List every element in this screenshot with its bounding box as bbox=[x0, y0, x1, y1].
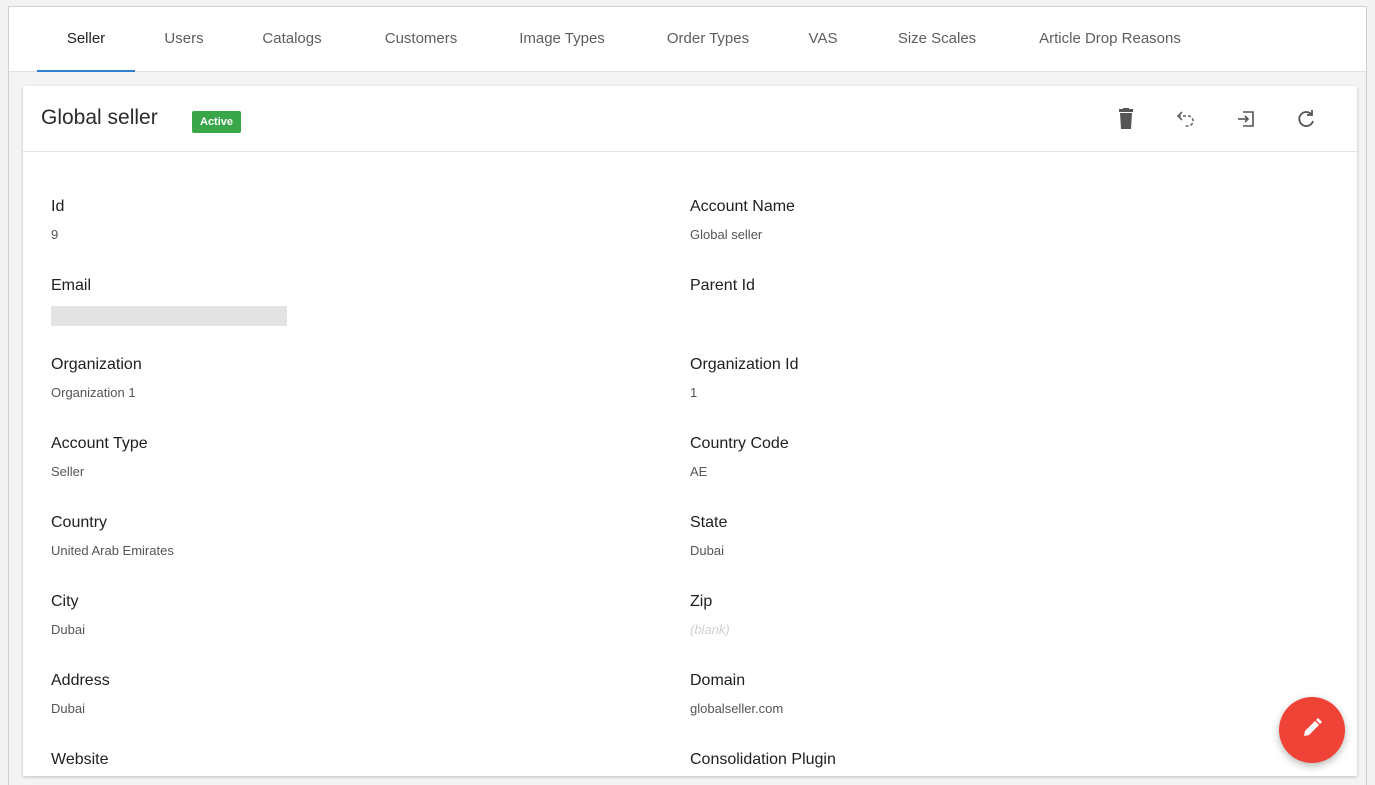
field-value: AE bbox=[690, 464, 708, 479]
tab-order-types[interactable]: Order Types bbox=[653, 7, 763, 71]
field-label: Organization Id bbox=[690, 356, 799, 373]
field-value: United Arab Emirates bbox=[51, 543, 174, 558]
field-city: City Dubai bbox=[51, 592, 611, 638]
tab-image-types[interactable]: Image Types bbox=[505, 7, 619, 71]
field-label: Id bbox=[51, 198, 65, 215]
field-value: Global seller bbox=[690, 227, 763, 242]
field-value: Organization 1 bbox=[51, 385, 136, 400]
field-label: Zip bbox=[690, 593, 713, 610]
tab-catalogs[interactable]: Catalogs bbox=[249, 7, 335, 71]
field-label: Country Code bbox=[690, 435, 789, 452]
tab-seller[interactable]: Seller bbox=[37, 7, 135, 72]
field-id: Id 9 bbox=[51, 197, 611, 243]
field-label: Domain bbox=[690, 672, 746, 689]
field-value: Dubai bbox=[690, 543, 724, 558]
undo-icon bbox=[1175, 108, 1197, 130]
login-icon bbox=[1235, 108, 1257, 130]
tab-bar: Seller Users Catalogs Customers Image Ty… bbox=[9, 7, 1366, 72]
field-value: 9 bbox=[51, 227, 59, 242]
field-label: State bbox=[690, 514, 728, 531]
field-label: Parent Id bbox=[690, 277, 755, 294]
field-organization: Organization Organization 1 bbox=[51, 355, 611, 401]
field-account-name: Account Name Global seller bbox=[690, 197, 1250, 243]
field-label: Email bbox=[51, 277, 92, 294]
undo-button[interactable] bbox=[1169, 102, 1203, 136]
field-label: Organization bbox=[51, 356, 142, 373]
tab-article-drop-reasons[interactable]: Article Drop Reasons bbox=[1025, 7, 1195, 71]
tab-customers[interactable]: Customers bbox=[371, 7, 471, 71]
field-account-type: Account Type Seller bbox=[51, 434, 611, 480]
tab-users[interactable]: Users bbox=[149, 7, 219, 71]
field-value: Seller bbox=[51, 464, 85, 479]
field-country: Country United Arab Emirates bbox=[51, 513, 611, 559]
seller-detail-card: Global seller Active Id 9 Email Organiza… bbox=[23, 86, 1357, 776]
delete-button[interactable] bbox=[1109, 102, 1143, 136]
status-badge: Active bbox=[192, 111, 242, 133]
field-label: Website bbox=[51, 751, 109, 768]
field-value: (blank) bbox=[690, 622, 730, 637]
edit-icon bbox=[1301, 717, 1323, 744]
tab-vas[interactable]: VAS bbox=[795, 7, 851, 71]
field-label: Account Name bbox=[690, 198, 795, 215]
field-value: globalseller.com bbox=[690, 701, 784, 716]
field-organization-id: Organization Id 1 bbox=[690, 355, 1250, 401]
field-consolidation-plugin: Consolidation Plugin bbox=[690, 750, 1250, 770]
tab-size-scales[interactable]: Size Scales bbox=[883, 7, 991, 71]
field-address: Address Dubai bbox=[51, 671, 611, 717]
field-state: State Dubai bbox=[690, 513, 1250, 559]
field-label: Country bbox=[51, 514, 108, 531]
field-email: Email bbox=[51, 276, 611, 326]
redacted-value bbox=[51, 306, 287, 326]
field-zip: Zip (blank) bbox=[690, 592, 1250, 638]
field-label: Consolidation Plugin bbox=[690, 751, 836, 768]
page-title: Global seller bbox=[41, 106, 158, 129]
field-domain: Domain globalseller.com bbox=[690, 671, 1250, 717]
app-frame: Seller Users Catalogs Customers Image Ty… bbox=[8, 6, 1367, 785]
delete-icon bbox=[1116, 108, 1136, 130]
field-website: Website bbox=[51, 750, 611, 770]
field-label: City bbox=[51, 593, 79, 610]
field-label: Address bbox=[51, 672, 110, 689]
field-value: Dubai bbox=[51, 622, 85, 637]
field-country-code: Country Code AE bbox=[690, 434, 1250, 480]
field-value: 1 bbox=[690, 385, 698, 400]
refresh-icon bbox=[1295, 108, 1317, 130]
field-value: Dubai bbox=[51, 701, 85, 716]
field-parent-id: Parent Id bbox=[690, 276, 1250, 296]
refresh-button[interactable] bbox=[1289, 102, 1323, 136]
login-button[interactable] bbox=[1229, 102, 1263, 136]
field-label: Account Type bbox=[51, 435, 148, 452]
card-header: Global seller Active bbox=[23, 86, 1357, 152]
edit-fab-button[interactable] bbox=[1279, 697, 1345, 763]
